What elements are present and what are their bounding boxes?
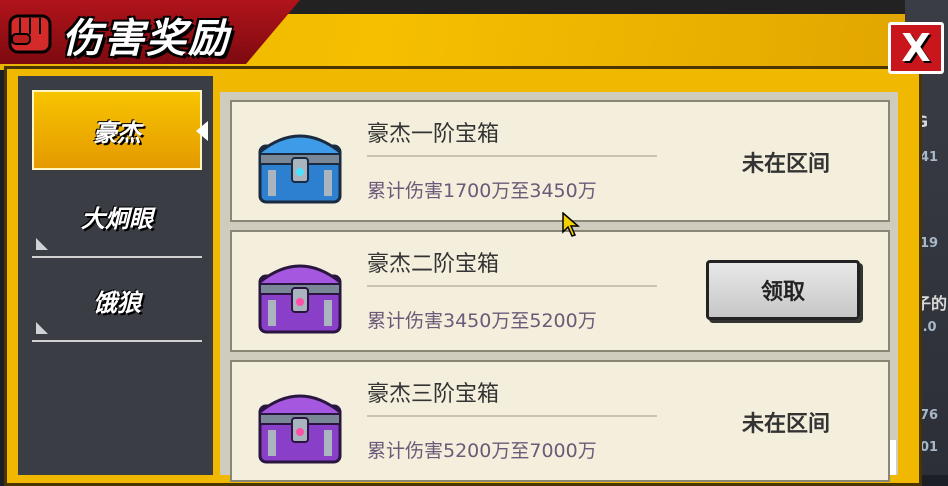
- status-text: 未在区间: [741, 412, 830, 437]
- sidebar-item-label: 饿狼: [93, 288, 141, 317]
- treasure-chest-icon: [258, 264, 342, 334]
- sidebar-item-label: 豪杰: [93, 118, 141, 147]
- reward-list[interactable]: 豪杰一阶宝箱 累计伤害1700万至3450万 未在区间 豪杰二阶宝箱 累计伤害3…: [220, 92, 898, 482]
- sidebar-divider: [32, 256, 202, 258]
- selection-arrow-icon: [196, 121, 208, 141]
- treasure-chest-icon: [258, 134, 342, 204]
- mouse-cursor-icon: [562, 212, 580, 237]
- claim-button[interactable]: 领取: [706, 260, 860, 320]
- reward-row: 豪杰一阶宝箱 累计伤害1700万至3450万 未在区间: [230, 100, 890, 222]
- status-text: 未在区间: [741, 152, 830, 177]
- sidebar-divider: [32, 340, 202, 342]
- row-divider: [367, 415, 657, 417]
- sidebar-item-dajiongyan[interactable]: 大炯眼: [32, 176, 202, 256]
- treasure-chest-icon: [258, 394, 342, 464]
- reward-row: 豪杰二阶宝箱 累计伤害3450万至5200万 领取: [230, 230, 890, 352]
- corner-marker: [36, 322, 48, 334]
- damage-range: 累计伤害5200万至7000万: [367, 440, 597, 462]
- damage-range: 累计伤害3450万至5200万: [367, 310, 597, 332]
- row-divider: [367, 155, 657, 157]
- fist-icon: [8, 14, 52, 54]
- reward-name: 豪杰三阶宝箱: [367, 382, 500, 407]
- close-button[interactable]: X: [888, 22, 944, 74]
- sidebar-item-elang[interactable]: 饿狼: [32, 260, 202, 340]
- sidebar-item-label: 大炯眼: [81, 204, 153, 233]
- reward-name: 豪杰一阶宝箱: [367, 122, 500, 147]
- close-icon: X: [901, 26, 931, 70]
- reward-name: 豪杰二阶宝箱: [367, 252, 500, 277]
- sidebar-item-haojie[interactable]: 豪杰: [32, 90, 202, 170]
- category-sidebar: 豪杰 大炯眼 饿狼: [18, 76, 213, 475]
- row-divider: [367, 285, 657, 287]
- corner-marker: [36, 238, 48, 250]
- scrollbar[interactable]: [890, 440, 896, 475]
- damage-range: 累计伤害1700万至3450万: [367, 180, 597, 202]
- dialog-title: 伤害奖励: [62, 16, 230, 62]
- reward-row: 豪杰三阶宝箱 累计伤害5200万至7000万 未在区间: [230, 360, 890, 482]
